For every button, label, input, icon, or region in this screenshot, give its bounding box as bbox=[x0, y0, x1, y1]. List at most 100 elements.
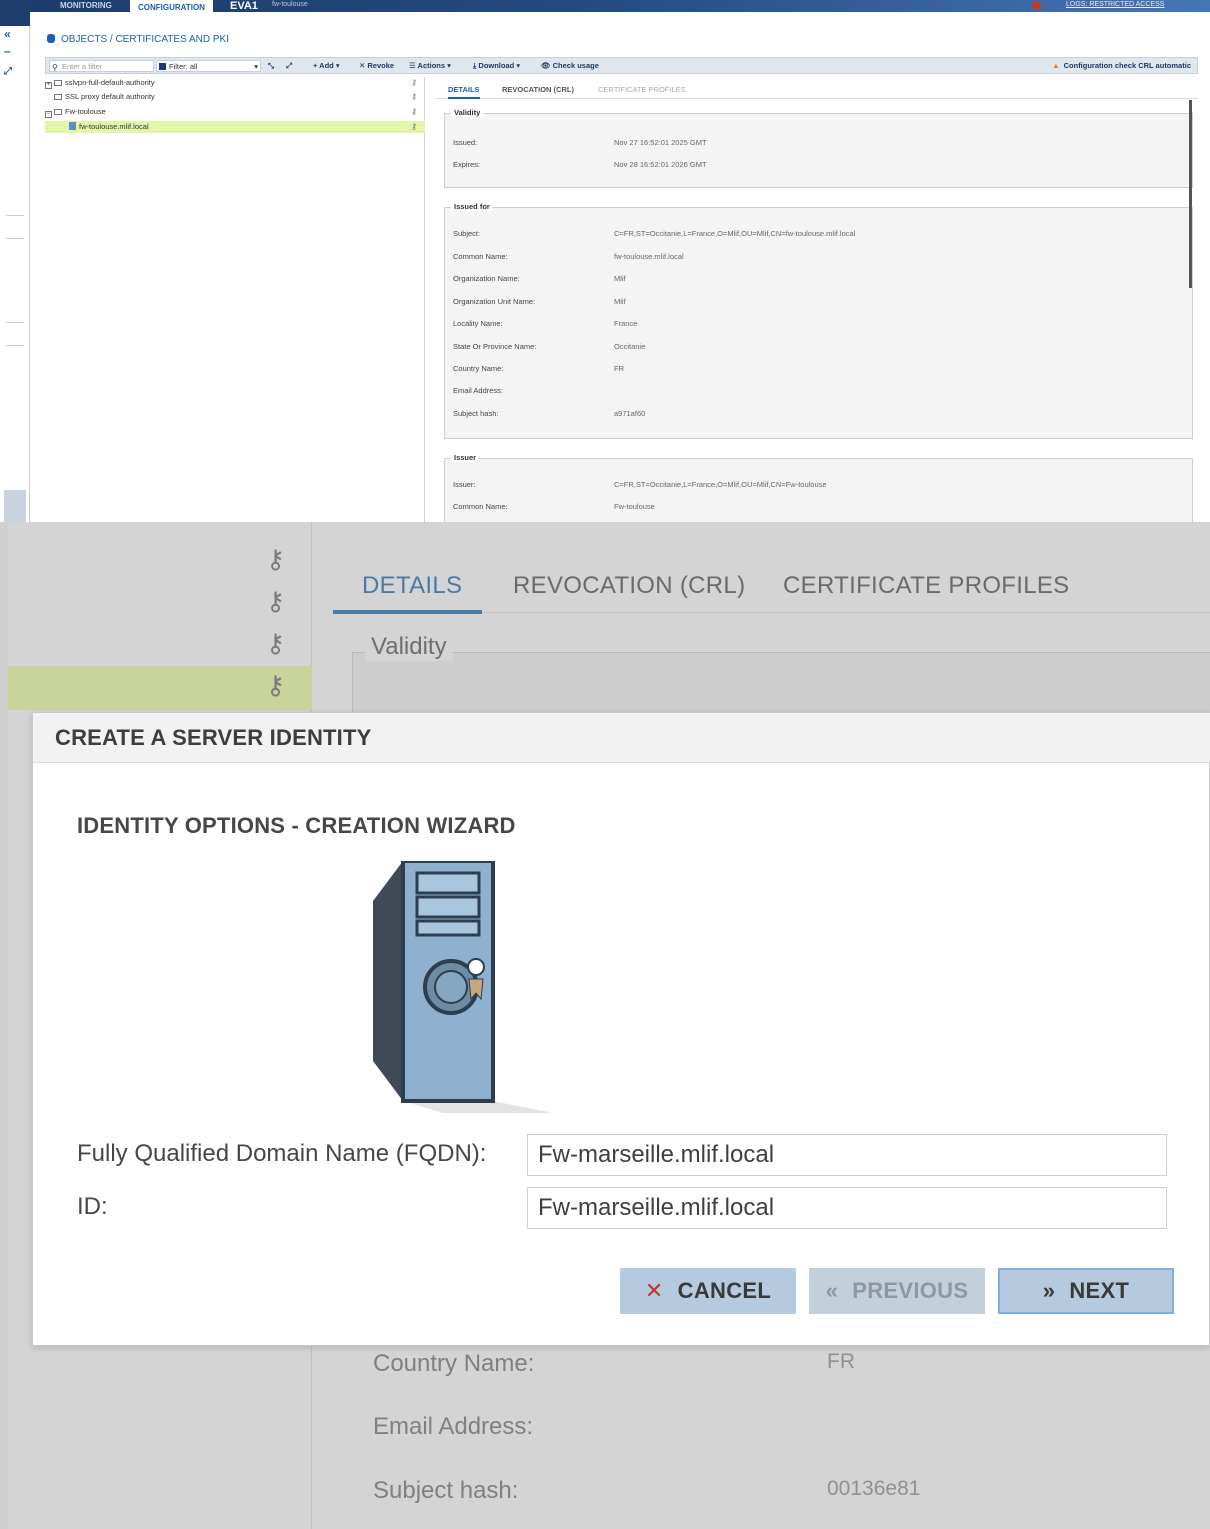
kv-label: Subject hash: bbox=[373, 1477, 519, 1504]
firewall-label: EVA1 bbox=[230, 0, 258, 12]
kv-value: 00136e81 bbox=[827, 1477, 921, 1500]
rail-divider bbox=[6, 215, 24, 216]
filter-select[interactable]: Filter: all ▾ bbox=[156, 60, 261, 72]
expand-all-icon[interactable]: ⤢ bbox=[286, 61, 292, 71]
kv-value: Occitanie bbox=[614, 342, 646, 351]
collapse-toggle-icon[interactable]: − bbox=[45, 111, 52, 118]
tree-item-label: Fw-toulouse bbox=[65, 107, 106, 116]
kv-label: Subject hash: bbox=[453, 409, 499, 418]
download-button[interactable]: ⤓ Download ▾ bbox=[473, 61, 520, 71]
breadcrumb: OBJECTS / CERTIFICATES AND PKI bbox=[47, 34, 229, 45]
certificate-icon bbox=[69, 122, 76, 130]
minus-icon[interactable]: – bbox=[4, 44, 11, 58]
validity-legend: Validity bbox=[451, 108, 484, 117]
next-label: NEXT bbox=[1069, 1278, 1130, 1303]
id-input[interactable]: Fw-marseille.mlif.local bbox=[527, 1187, 1167, 1229]
search-icon: ⚲ bbox=[52, 63, 58, 72]
kv-label: Email Address: bbox=[373, 1413, 534, 1440]
tree-item-selected[interactable]: fw-toulouse.mlif.local ⚷ bbox=[45, 121, 425, 133]
config-warning[interactable]: ▲ Configuration check CRL automatic bbox=[1052, 61, 1191, 70]
left-band bbox=[0, 522, 8, 1529]
folder-icon bbox=[54, 94, 62, 100]
zoomed-screenshot: ⚷ ⚷ ⚷ ⚷ DETAILS REVOCATION (CRL) CERTIFI… bbox=[0, 522, 1210, 1529]
dialog-header: CREATE A SERVER IDENTITY bbox=[33, 713, 1210, 763]
config-warning-text: Configuration check CRL automatic bbox=[1063, 61, 1191, 70]
key-icon: ⚷ bbox=[411, 92, 417, 101]
kv-value: France bbox=[614, 319, 638, 328]
tree-item-label: sslvpn-full-default-authority bbox=[65, 78, 155, 87]
tree-item[interactable]: + sslvpn-full-default-authority ⚷ bbox=[45, 78, 425, 89]
fqdn-input[interactable]: Fw-marseille.mlif.local bbox=[527, 1134, 1167, 1176]
collapse-left-icon[interactable]: « bbox=[4, 27, 11, 41]
wizard-subtitle: IDENTITY OPTIONS - CREATION WIZARD bbox=[77, 813, 516, 838]
kv-row: Country Name: FR bbox=[453, 364, 624, 373]
key-icon: ⚷ bbox=[411, 107, 417, 116]
key-icon: ⚷ bbox=[266, 544, 286, 574]
tab-monitoring[interactable]: MONITORING bbox=[52, 0, 120, 12]
cancel-button[interactable]: ✕ CANCEL bbox=[620, 1268, 796, 1314]
filter-icon bbox=[159, 63, 166, 70]
logs-access-link[interactable]: LOGS: RESTRICTED ACCESS bbox=[1066, 1, 1164, 8]
previous-button[interactable]: « PREVIOUS bbox=[809, 1268, 985, 1314]
tab-revocation[interactable]: REVOCATION (CRL) bbox=[513, 572, 745, 600]
kv-row: Subject hash: 00136e81 bbox=[373, 1477, 920, 1505]
double-chevron-right-icon: » bbox=[1042, 1278, 1056, 1303]
add-button[interactable]: + Add ▾ bbox=[313, 61, 340, 70]
tree-item[interactable]: − Fw-toulouse ⚷ bbox=[45, 107, 425, 118]
issued-for-fieldset: Issued for Subject: C=FR,ST=Occitanie,L=F… bbox=[444, 202, 1193, 439]
kv-value: Fw-toulouse bbox=[614, 502, 655, 511]
detail-tabs: DETAILS REVOCATION (CRL) CERTIFICATE PRO… bbox=[333, 558, 1210, 614]
kv-label: Country Name: bbox=[453, 364, 504, 373]
kv-row: Email Address: bbox=[373, 1413, 533, 1441]
kv-value: FR bbox=[827, 1350, 855, 1373]
tab-details[interactable]: DETAILS bbox=[362, 572, 462, 600]
issued-label: Issued: bbox=[453, 138, 478, 147]
fqdn-label: Fully Qualified Domain Name (FQDN): bbox=[77, 1140, 487, 1167]
kv-label: Common Name: bbox=[453, 502, 508, 511]
issued-value: Nov 27 16:52:01 2025 GMT bbox=[614, 138, 707, 147]
tab-configuration[interactable]: CONFIGURATION bbox=[130, 0, 213, 12]
kv-label: Issuer: bbox=[453, 480, 476, 489]
filter-input[interactable]: ⚲ Enter a filter bbox=[49, 60, 154, 72]
top-nav-bar: MONITORING CONFIGURATION EVA1 fw-toulous… bbox=[30, 0, 1210, 12]
kv-label: Organization Unit Name: bbox=[453, 297, 536, 306]
active-tab-underline bbox=[333, 610, 482, 614]
kv-row: Subject hash: a971af60 bbox=[453, 409, 645, 418]
rail-divider bbox=[6, 238, 24, 239]
tab-revocation[interactable]: REVOCATION (CRL) bbox=[502, 85, 574, 94]
tab-certificate-profiles[interactable]: CERTIFICATE PROFILES bbox=[783, 572, 1070, 600]
revoke-button[interactable]: ✕ Revoke bbox=[359, 61, 394, 70]
kv-value: FR bbox=[614, 364, 624, 373]
tree-item[interactable]: SSL proxy default authority ⚷ bbox=[45, 92, 425, 102]
key-icon: ⚷ bbox=[266, 628, 286, 658]
next-button[interactable]: » NEXT bbox=[998, 1268, 1174, 1314]
kv-value: fw-toulouse.mlif.local bbox=[614, 252, 684, 261]
folder-open-icon bbox=[54, 109, 62, 115]
tree-item-label: SSL proxy default authority bbox=[65, 92, 155, 101]
scrollbar[interactable] bbox=[1189, 100, 1192, 288]
expand-icon[interactable]: ⤢ bbox=[4, 66, 12, 77]
detail-panel: DETAILS REVOCATION (CRL) CERTIFICATE PRO… bbox=[436, 77, 1198, 522]
tab-details[interactable]: DETAILS bbox=[448, 85, 480, 99]
tab-certificate-profiles[interactable]: CERTIFICATE PROFILES bbox=[598, 85, 686, 94]
kv-label: Email Address: bbox=[453, 386, 504, 395]
expand-toggle-icon[interactable]: + bbox=[45, 82, 52, 89]
collapse-all-icon[interactable]: ⤡ bbox=[268, 61, 274, 71]
chevron-down-icon: ▾ bbox=[254, 62, 258, 71]
issued-for-legend: Issued for bbox=[451, 202, 493, 211]
issuer-fieldset: Issuer Issuer: C=FR,ST=Occitanie,L=France… bbox=[444, 453, 1193, 522]
check-usage-button[interactable]: 👁 Check usage bbox=[541, 61, 599, 70]
breadcrumb-text: OBJECTS / CERTIFICATES AND PKI bbox=[61, 34, 229, 45]
alert-indicator-icon[interactable] bbox=[1032, 1, 1041, 10]
actions-button[interactable]: ☰ Actions ▾ bbox=[409, 61, 451, 70]
kv-label: Subject: bbox=[453, 229, 481, 238]
kv-label: Organization Name: bbox=[453, 274, 520, 283]
kv-label: Country Name: bbox=[373, 1350, 535, 1377]
kv-row: Common Name: fw-toulouse.mlif.local bbox=[453, 252, 684, 261]
issuer-legend: Issuer bbox=[451, 453, 480, 462]
kv-row: Subject: C=FR,ST=Occitanie,L=France,O=Mli… bbox=[453, 229, 855, 238]
kv-row: Organization Unit Name: Mlif bbox=[453, 297, 626, 306]
previous-label: PREVIOUS bbox=[852, 1278, 969, 1303]
expires-label: Expires: bbox=[453, 160, 481, 169]
key-icon: ⚷ bbox=[266, 586, 286, 616]
